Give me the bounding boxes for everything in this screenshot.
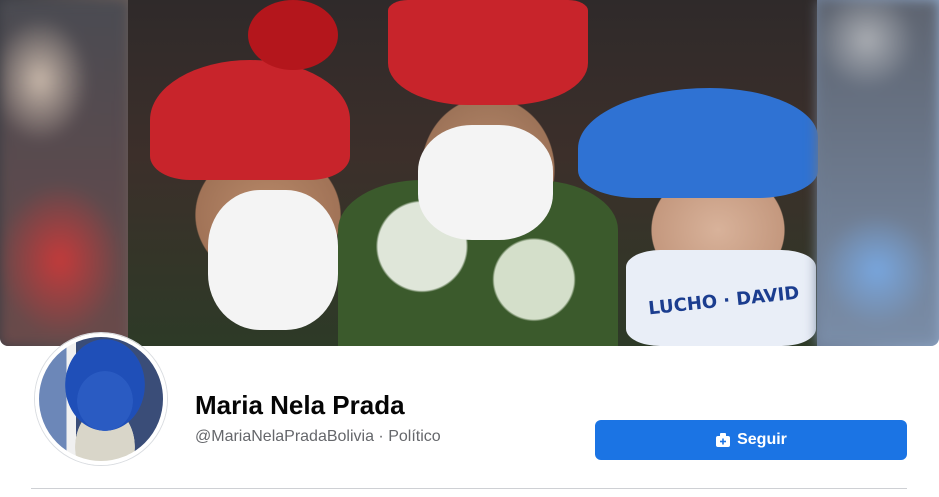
face-mask-left (208, 190, 338, 330)
cover-photo-image: LUCHO · DAVID (128, 0, 818, 346)
red-hat-center (388, 0, 588, 105)
follow-icon (716, 433, 731, 447)
profile-category: Político (388, 428, 441, 445)
follow-button[interactable]: Seguir (595, 420, 907, 460)
red-hat-left (150, 60, 350, 180)
cover-photo-blur-left (0, 0, 128, 346)
blue-cap (578, 88, 818, 198)
cover-photo[interactable]: LUCHO · DAVID (0, 0, 939, 346)
cover-photo-blur-right (817, 0, 939, 346)
face-mask-center (418, 125, 553, 240)
profile-page: LUCHO · DAVID Maria Nela Prada @MariaNel… (0, 0, 939, 497)
follow-button-label: Seguir (737, 431, 787, 448)
profile-subtitle: @MariaNelaPradaBolivia · Político (195, 428, 441, 446)
section-divider (31, 488, 907, 489)
profile-avatar[interactable] (35, 333, 167, 465)
subtitle-separator: · (373, 428, 389, 445)
profile-handle: @MariaNelaPradaBolivia (195, 428, 374, 445)
page-title: Maria Nela Prada (195, 390, 405, 420)
hat-pompom (248, 0, 338, 70)
